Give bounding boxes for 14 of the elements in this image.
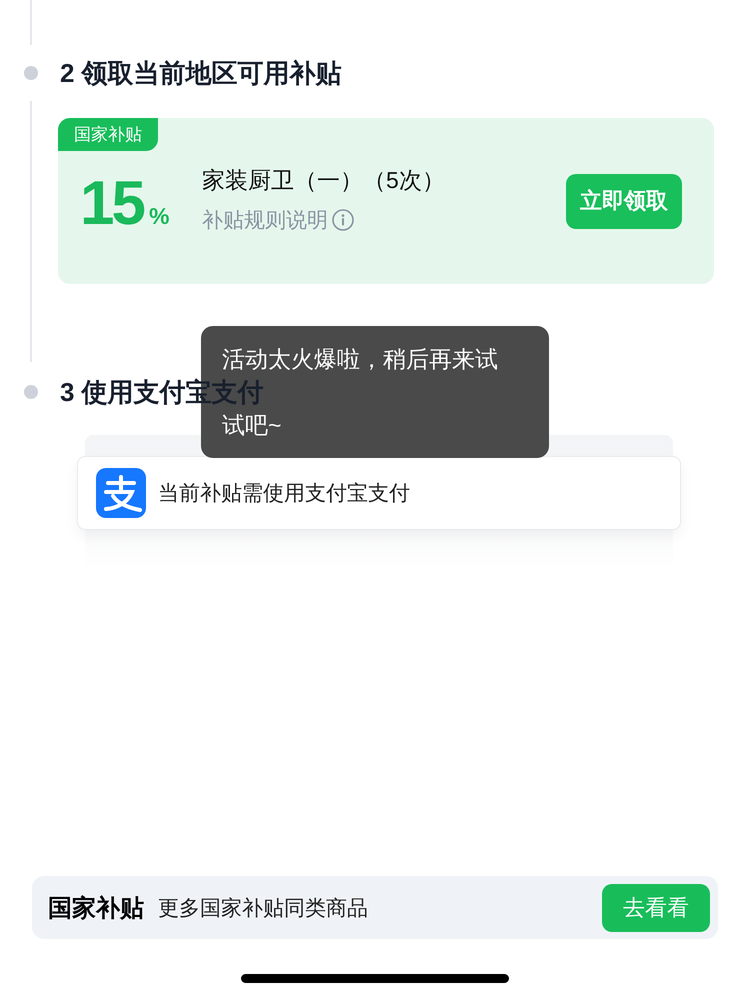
banner-brand: 国家补贴: [48, 894, 144, 924]
payment-notice-text: 当前补贴需使用支付宝支付: [158, 481, 410, 507]
step-dot-icon: [24, 385, 38, 399]
discount-rate: 15%: [80, 168, 170, 238]
step-dot-icon: [24, 66, 38, 80]
subsidy-tag: 国家补贴: [58, 118, 158, 151]
subsidy-title: 家装厨卫（一）（5次）: [202, 166, 445, 194]
rules-link[interactable]: 补贴规则说明: [202, 206, 354, 234]
step-title: 2 领取当前地区可用补贴: [59, 56, 342, 90]
claim-button[interactable]: 立即领取: [566, 174, 682, 228]
view-more-button[interactable]: 去看看: [602, 884, 710, 932]
payment-logo-icon: [96, 468, 146, 518]
info-icon: [332, 208, 354, 230]
banner-text: 更多国家补贴同类商品: [158, 896, 369, 922]
